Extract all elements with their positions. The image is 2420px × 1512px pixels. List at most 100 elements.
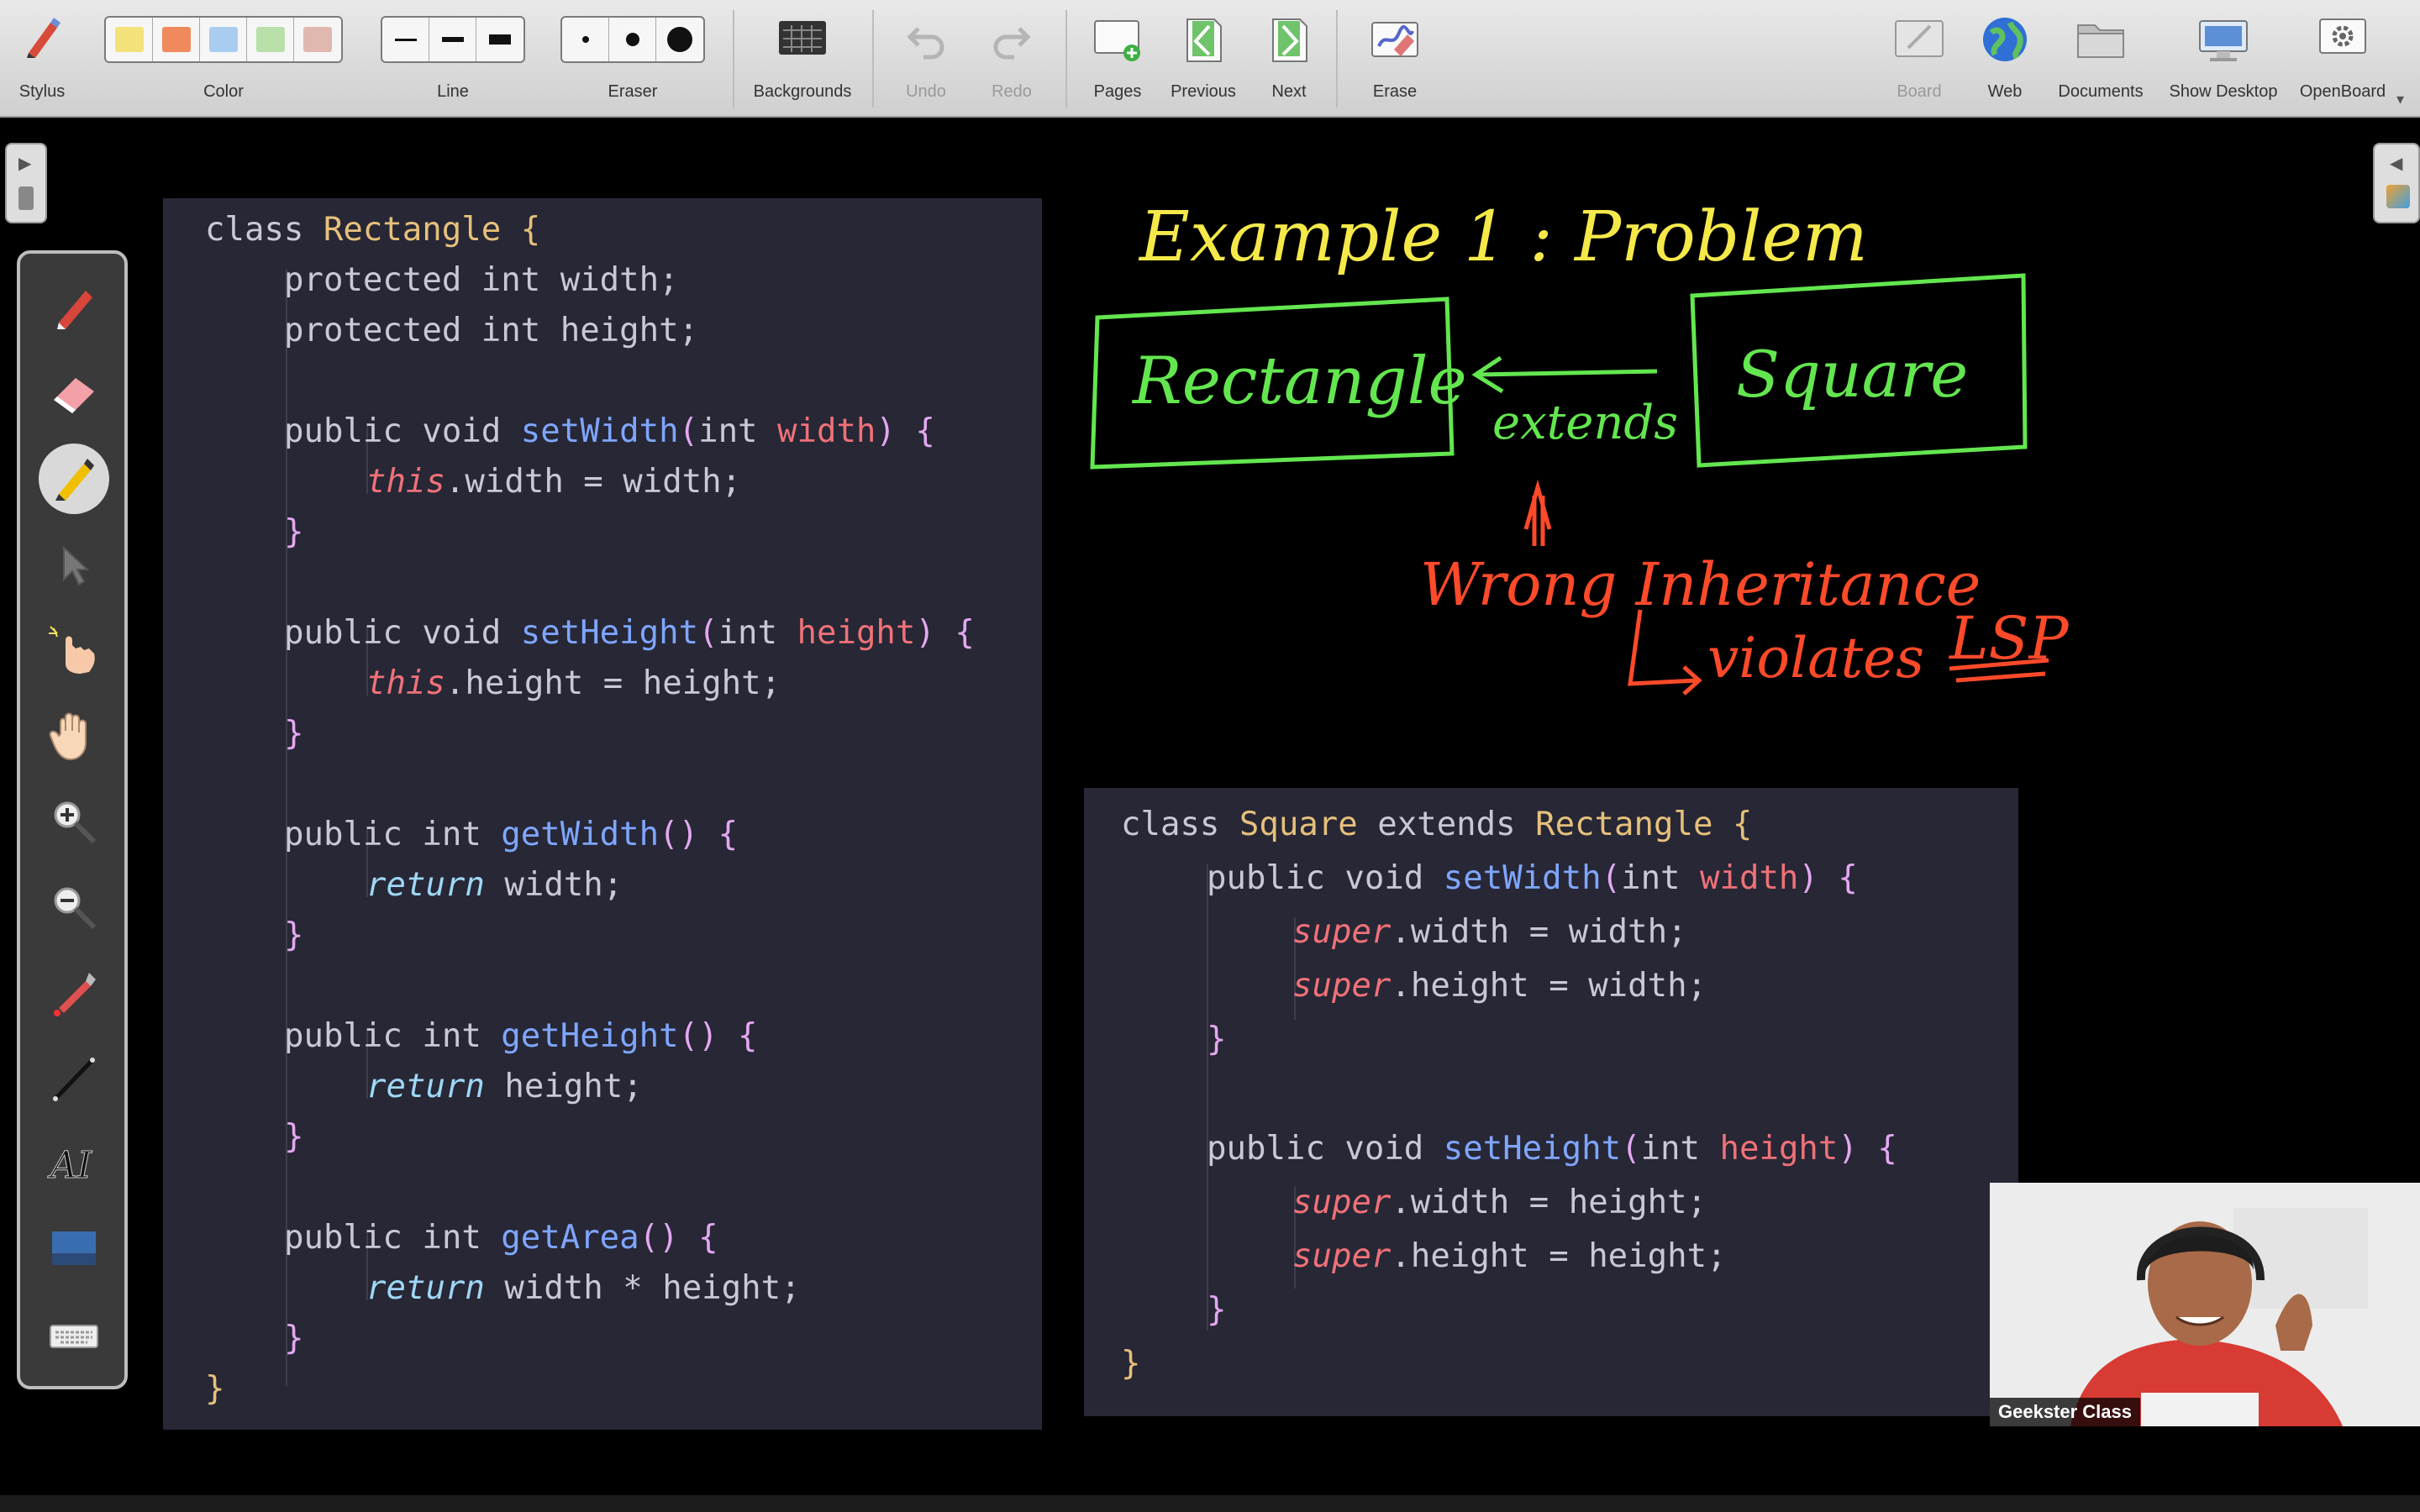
hand-tool[interactable] (39, 701, 109, 771)
previous-label: Previous (1171, 82, 1236, 101)
zoom-in-icon (54, 801, 97, 844)
web-button[interactable]: Web (1978, 8, 2032, 111)
marker-tool[interactable] (39, 444, 109, 514)
eraser-size-selector[interactable]: Eraser (555, 8, 711, 111)
eraser-small-option[interactable] (562, 18, 609, 61)
board-button[interactable]: Board (1891, 8, 1948, 111)
pages-label: Pages (1093, 82, 1142, 101)
line-thin-option[interactable] (382, 18, 429, 61)
toolbar-divider (733, 10, 734, 108)
line-thick-option[interactable] (476, 18, 523, 61)
next-button[interactable]: Next (1262, 8, 1316, 111)
interactor-icon (49, 626, 95, 674)
chevron-down-icon[interactable]: ▾ (2396, 91, 2404, 108)
toolbar-divider (1336, 10, 1338, 108)
toolbar-divider (1065, 10, 1067, 108)
show-desktop-button[interactable]: Show Desktop (2163, 8, 2284, 111)
documents-button[interactable]: Documents (2054, 8, 2148, 111)
erase-button[interactable]: Erase (1365, 8, 1425, 111)
pages-button[interactable]: Pages (1086, 8, 1150, 111)
code-line: } (205, 1370, 225, 1408)
text-tool[interactable]: AI (39, 1129, 109, 1200)
code-line: } (1121, 1345, 1141, 1383)
svg-text:AI: AI (47, 1144, 93, 1187)
line-tool[interactable] (39, 1043, 109, 1114)
desktop-icon (2196, 8, 2250, 71)
indent-guide (1207, 864, 1208, 1331)
eraser-large-option[interactable] (656, 18, 703, 61)
line-medium-option[interactable] (429, 18, 476, 61)
color-swatch[interactable] (294, 18, 341, 61)
undo-button[interactable]: Undo (899, 8, 953, 111)
line-width-selector[interactable]: Line (376, 8, 529, 111)
color-swatch[interactable] (247, 18, 294, 61)
gear-icon (2317, 8, 2369, 71)
capture-tool[interactable] (39, 1215, 109, 1285)
toolbar: Stylus Color Line Eraser Backgrounds Und… (0, 0, 2420, 118)
code-block-rectangle: class Rectangle { protected int width; p… (163, 198, 1042, 1430)
color-swatch[interactable] (200, 18, 247, 61)
board-icon (1893, 8, 1945, 71)
openboard-menu-button[interactable]: OpenBoard (2294, 8, 2391, 111)
pen-icon (57, 291, 92, 329)
code-line: } (284, 513, 304, 551)
code-line: public int getArea() { (284, 1219, 718, 1257)
color-selector[interactable]: Color (99, 8, 348, 111)
capture-icon (52, 1231, 96, 1265)
code-line: this.width = width; (366, 463, 742, 501)
erase-board-icon (1369, 8, 1421, 71)
folder-icon (2075, 8, 2127, 71)
eraser-tool[interactable] (39, 358, 109, 428)
code-line: public void setHeight(int height) { (1207, 1130, 1897, 1168)
code-line: return height; (366, 1068, 643, 1105)
eraser-icon (54, 378, 94, 413)
zoom-out-tool[interactable] (39, 872, 109, 942)
backgrounds-icon (776, 8, 829, 71)
zoom-in-tool[interactable] (39, 786, 109, 857)
violates-label: violates (1707, 626, 1924, 690)
next-label: Next (1271, 82, 1307, 101)
code-line: } (1207, 1021, 1227, 1058)
hand-icon (49, 712, 87, 761)
code-line: super.width = width; (1292, 913, 1687, 951)
library-icon (2386, 185, 2410, 208)
tool-palette: AI (17, 250, 128, 1389)
keyboard-tool[interactable] (39, 1300, 109, 1371)
show-desktop-label: Show Desktop (2169, 82, 2278, 101)
left-palette-toggle[interactable]: ▶ (5, 143, 47, 223)
documents-label: Documents (2058, 82, 2144, 101)
expand-right-icon: ▶ (18, 153, 32, 173)
code-line: public void setWidth(int width) { (1207, 859, 1858, 897)
color-swatch[interactable] (106, 18, 153, 61)
presenter-video (1990, 1183, 2420, 1426)
pen-tool[interactable] (39, 272, 109, 343)
code-line: protected int height; (284, 312, 699, 349)
line-icon (53, 1058, 95, 1101)
interactor-tool[interactable] (39, 615, 109, 685)
redo-icon (989, 8, 1034, 71)
zoom-out-icon (54, 887, 97, 930)
right-library-toggle[interactable]: ◀ (2373, 143, 2420, 223)
code-line: return width; (366, 866, 623, 904)
previous-button[interactable]: Previous (1163, 8, 1244, 111)
code-line: super.width = height; (1292, 1184, 1707, 1221)
laser-pointer-tool[interactable] (39, 958, 109, 1028)
eraser-medium-option[interactable] (609, 18, 656, 61)
globe-icon (1980, 8, 2030, 71)
handwritten-annotations: Example 1 : Problem Rectangle Square ext… (1090, 197, 2070, 696)
code-line: this.height = height; (366, 664, 781, 702)
color-swatches (104, 16, 343, 63)
color-swatch[interactable] (153, 18, 200, 61)
selector-icon (63, 545, 90, 586)
undo-icon (903, 8, 949, 71)
code-line: super.height = width; (1292, 967, 1707, 1005)
participant-name: Geekster Class (1990, 1398, 2140, 1426)
redo-button[interactable]: Redo (985, 8, 1039, 111)
backgrounds-button[interactable]: Backgrounds (748, 8, 857, 111)
backgrounds-label: Backgrounds (753, 82, 852, 101)
stylus-button[interactable]: Stylus (12, 8, 72, 111)
laser-pointer-icon (54, 973, 96, 1016)
page-thumbnail-icon (18, 186, 34, 210)
stylus-icon (17, 8, 67, 71)
selector-tool[interactable] (39, 529, 109, 600)
